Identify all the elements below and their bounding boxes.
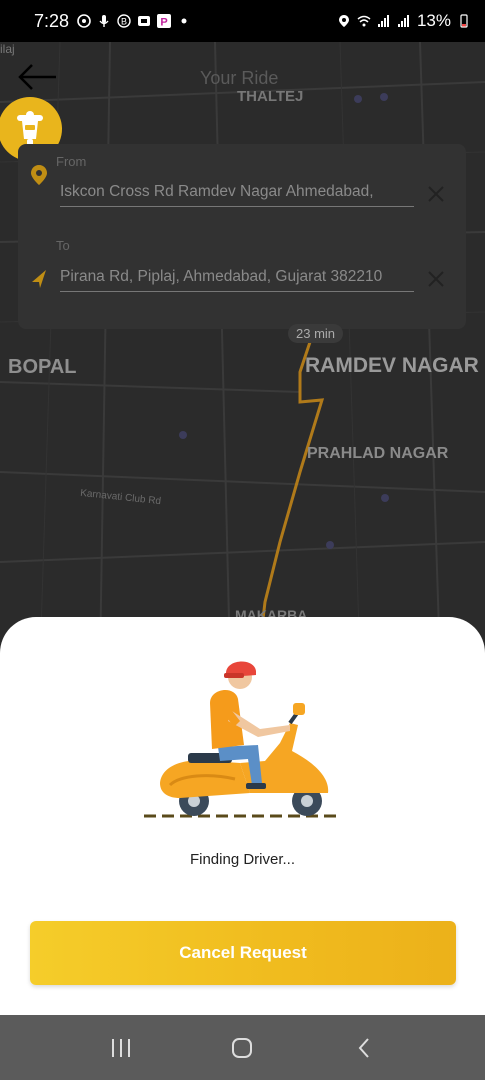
- finding-driver-sheet: Finding Driver... Cancel Request: [0, 617, 485, 1015]
- map-roads: [0, 42, 485, 662]
- recent-apps-icon: [111, 1038, 130, 1057]
- back-arrow-icon[interactable]: [16, 62, 60, 92]
- status-bar: 7:28 B P 13%: [0, 0, 485, 42]
- to-address-field[interactable]: Pirana Rd, Piplaj, Ahmedabad, Gujarat 38…: [60, 263, 414, 292]
- map-label-ilaj: ilaj: [0, 42, 15, 56]
- map-label-thaltej: THALTEJ: [237, 88, 304, 105]
- route-card: From Iskcon Cross Rd Ramdev Nagar Ahmeda…: [18, 144, 466, 329]
- clear-to-icon[interactable]: [426, 269, 446, 289]
- clear-from-icon[interactable]: [426, 184, 446, 204]
- battery-icon: [460, 14, 468, 28]
- signal-icon: [397, 15, 409, 27]
- home-icon: [232, 1037, 253, 1058]
- cancel-request-button[interactable]: Cancel Request: [30, 921, 456, 985]
- mic-icon: [99, 15, 109, 27]
- back-chevron-icon: [358, 1037, 369, 1058]
- page-title: Your Ride: [200, 68, 279, 88]
- destination-arrow-icon: [32, 270, 46, 288]
- pickup-pin-icon: [31, 165, 47, 185]
- svg-text:B: B: [121, 17, 127, 27]
- system-nav-bar: [0, 1015, 485, 1080]
- signal-icon: [377, 15, 389, 27]
- whatsapp-icon: [77, 14, 91, 28]
- wifi-icon: [357, 15, 371, 27]
- finding-driver-status: Finding Driver...: [189, 851, 296, 868]
- tv-icon: [138, 16, 151, 26]
- battery-percent: 13%: [416, 11, 451, 30]
- b-icon: B: [117, 14, 131, 28]
- from-address-field[interactable]: Iskcon Cross Rd Ramdev Nagar Ahmedabad,: [60, 178, 414, 207]
- status-icons-right: 13%: [337, 11, 471, 31]
- eta-badge: 23 min: [288, 324, 344, 343]
- map-label-prahlad-nagar: PRAHLAD NAGAR: [307, 445, 449, 462]
- dot-icon: [181, 18, 187, 24]
- scooter-rider-illustration: [144, 661, 340, 818]
- recent-apps-button[interactable]: [106, 1033, 136, 1063]
- to-label: To: [56, 238, 70, 253]
- back-button[interactable]: [349, 1033, 379, 1063]
- location-icon: [338, 15, 349, 27]
- svg-text:P: P: [160, 17, 167, 29]
- map-label-ramdev-nagar: RAMDEV NAGAR: [305, 354, 479, 377]
- from-label: From: [56, 154, 87, 169]
- p-icon: P: [157, 14, 172, 29]
- map-view[interactable]: ilaj Your Ride THALTEJ BOPAL RAMDEV NAGA…: [0, 42, 485, 662]
- home-button[interactable]: [227, 1033, 257, 1063]
- map-label-bopal: BOPAL: [8, 356, 77, 378]
- status-time: 7:28: [34, 10, 70, 31]
- status-icons-left: B P: [77, 14, 191, 28]
- scooter-front-icon: [17, 111, 43, 147]
